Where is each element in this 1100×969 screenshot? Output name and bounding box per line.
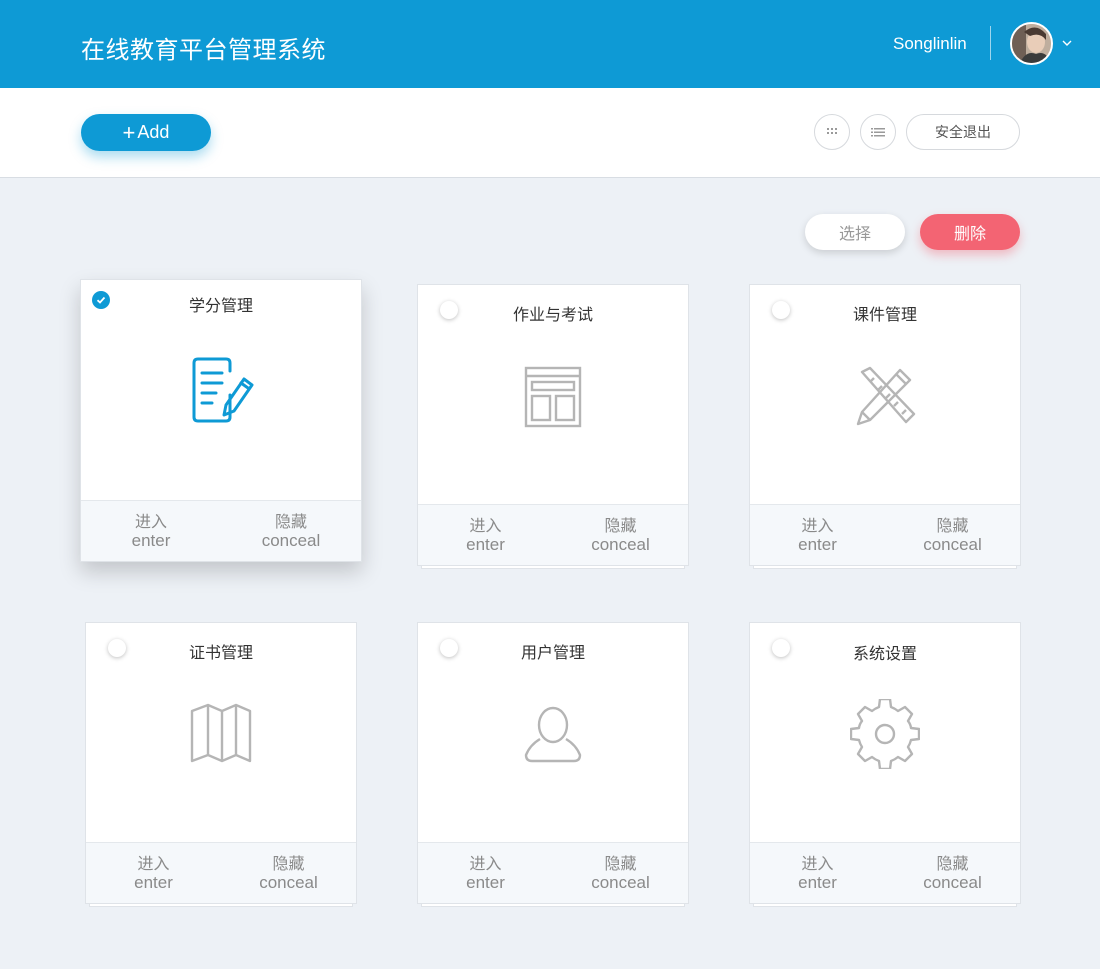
enter-label: 进入 bbox=[137, 854, 170, 873]
user-icon bbox=[524, 706, 582, 763]
module-card[interactable]: 系统设置 进入 enter 隐藏 conceal bbox=[749, 622, 1021, 910]
enter-label: 进入 bbox=[134, 512, 167, 531]
card-footer: 进入 enter 隐藏 conceal bbox=[418, 504, 688, 565]
gear-icon bbox=[850, 699, 920, 769]
enter-label: 进入 bbox=[469, 854, 502, 873]
chevron-down-icon[interactable] bbox=[1060, 36, 1074, 50]
select-button[interactable]: 选择 bbox=[805, 214, 905, 250]
card-body: 课件管理 进入 enter 隐藏 conceal bbox=[749, 284, 1021, 566]
card-body: 学分管理 进入 enter 隐藏 conceal bbox=[80, 279, 362, 562]
enter-button[interactable]: 进入 enter bbox=[750, 843, 885, 903]
list-view-button[interactable] bbox=[860, 114, 896, 150]
enter-button[interactable]: 进入 enter bbox=[418, 505, 553, 565]
module-card[interactable]: 证书管理 进入 enter 隐藏 conceal bbox=[85, 622, 357, 910]
enter-label-en: enter bbox=[131, 531, 171, 550]
conceal-button[interactable]: 隐藏 conceal bbox=[221, 843, 356, 903]
card-body: 证书管理 进入 enter 隐藏 conceal bbox=[85, 622, 357, 904]
enter-label-en: enter bbox=[798, 873, 837, 892]
module-card[interactable]: 课件管理 进入 enter 隐藏 conceal bbox=[749, 284, 1021, 572]
enter-label-en: enter bbox=[466, 873, 505, 892]
card-title: 作业与考试 bbox=[512, 305, 593, 324]
conceal-label-en: conceal bbox=[261, 531, 321, 550]
card-title: 学分管理 bbox=[188, 296, 253, 315]
conceal-button[interactable]: 隐藏 conceal bbox=[885, 843, 1020, 903]
conceal-button[interactable]: 隐藏 conceal bbox=[885, 505, 1020, 565]
card-footer: 进入 enter 隐藏 conceal bbox=[750, 504, 1020, 565]
grid-icon bbox=[827, 128, 837, 134]
toolbar: + Add 安全退出 bbox=[0, 88, 1100, 178]
conceal-button[interactable]: 隐藏 conceal bbox=[553, 843, 688, 903]
plus-icon: + bbox=[122, 119, 136, 145]
card-footer: 进入 enter 隐藏 conceal bbox=[81, 500, 361, 561]
card-title: 课件管理 bbox=[852, 305, 917, 324]
conceal-label: 隐藏 bbox=[274, 512, 307, 531]
add-button[interactable]: + Add bbox=[81, 114, 211, 151]
card-footer: 进入 enter 隐藏 conceal bbox=[750, 842, 1020, 903]
enter-label-en: enter bbox=[466, 535, 505, 554]
enter-label-en: enter bbox=[798, 535, 837, 554]
card-footer: 进入 enter 隐藏 conceal bbox=[86, 842, 356, 903]
top-header: 在线教育平台管理系统 Songlinlin bbox=[0, 0, 1100, 88]
conceal-label-en: conceal bbox=[259, 873, 318, 892]
enter-button[interactable]: 进入 enter bbox=[418, 843, 553, 903]
logout-button[interactable]: 安全退出 bbox=[906, 114, 1020, 150]
list-icon bbox=[871, 128, 885, 137]
card-footer: 进入 enter 隐藏 conceal bbox=[418, 842, 688, 903]
avatar[interactable] bbox=[1010, 22, 1053, 65]
module-card[interactable]: 用户管理 进入 enter 隐藏 conceal bbox=[417, 622, 689, 910]
add-label: Add bbox=[137, 122, 170, 142]
module-card[interactable]: 作业与考试 进入 enter 隐藏 conceal bbox=[417, 284, 689, 572]
conceal-button[interactable]: 隐藏 conceal bbox=[221, 501, 361, 561]
enter-button[interactable]: 进入 enter bbox=[750, 505, 885, 565]
card-title: 用户管理 bbox=[520, 643, 585, 662]
conceal-label-en: conceal bbox=[923, 873, 982, 892]
enter-label: 进入 bbox=[801, 854, 834, 873]
enter-label: 进入 bbox=[469, 516, 502, 535]
enter-label: 进入 bbox=[801, 516, 834, 535]
card-title: 证书管理 bbox=[188, 643, 253, 662]
card-body: 系统设置 进入 enter 隐藏 conceal bbox=[749, 622, 1021, 904]
conceal-label-en: conceal bbox=[591, 535, 650, 554]
enter-button[interactable]: 进入 enter bbox=[86, 843, 221, 903]
grid-view-button[interactable] bbox=[814, 114, 850, 150]
enter-button[interactable]: 进入 enter bbox=[81, 501, 221, 561]
username[interactable]: Songlinlin bbox=[893, 34, 967, 54]
delete-button[interactable]: 删除 bbox=[920, 214, 1020, 250]
card-body: 作业与考试 进入 enter 隐藏 conceal bbox=[417, 284, 689, 566]
avatar-image bbox=[1012, 24, 1051, 63]
conceal-label: 隐藏 bbox=[604, 854, 637, 873]
edit-document-icon bbox=[192, 357, 254, 423]
header-divider bbox=[990, 26, 991, 60]
card-title: 系统设置 bbox=[852, 644, 917, 663]
module-card[interactable]: 学分管理 进入 enter 隐藏 conceal bbox=[80, 279, 362, 567]
conceal-button[interactable]: 隐藏 conceal bbox=[553, 505, 688, 565]
map-icon bbox=[190, 703, 252, 763]
conceal-label-en: conceal bbox=[591, 873, 650, 892]
conceal-label: 隐藏 bbox=[936, 854, 969, 873]
conceal-label-en: conceal bbox=[923, 535, 982, 554]
app-title: 在线教育平台管理系统 bbox=[81, 36, 326, 64]
conceal-label: 隐藏 bbox=[936, 516, 969, 535]
enter-label-en: enter bbox=[134, 873, 173, 892]
conceal-label: 隐藏 bbox=[604, 516, 637, 535]
card-body: 用户管理 进入 enter 隐藏 conceal bbox=[417, 622, 689, 904]
layout-icon bbox=[524, 366, 582, 428]
ruler-pencil-icon bbox=[856, 366, 916, 426]
conceal-label: 隐藏 bbox=[272, 854, 305, 873]
